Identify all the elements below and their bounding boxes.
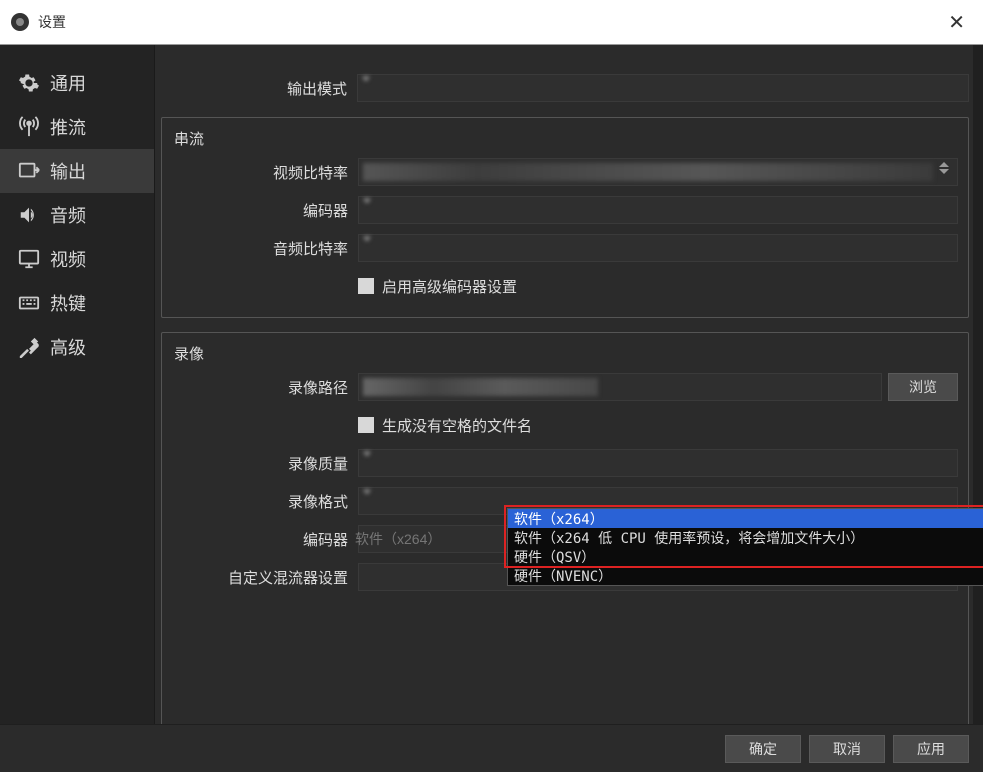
sidebar-item-video[interactable]: 视频 bbox=[0, 237, 154, 281]
stream-panel-title: 串流 bbox=[162, 124, 958, 157]
speaker-icon bbox=[18, 204, 46, 226]
sidebar-item-label: 推流 bbox=[50, 114, 86, 140]
recording-encoder-value: 软件（x264） bbox=[355, 529, 441, 549]
cancel-button-label: 取消 bbox=[833, 741, 861, 757]
obs-logo-icon bbox=[10, 12, 30, 32]
stream-panel: 串流 视频比特率 编码器 音频比特率 bbox=[161, 117, 969, 318]
apply-button-label: 应用 bbox=[917, 741, 945, 757]
encoder-dropdown-popup: 软件（x264） 软件（x264 低 CPU 使用率预设，将会增加文件大小） 硬… bbox=[507, 508, 983, 586]
chevron-down-icon[interactable] bbox=[939, 169, 949, 174]
recording-path-label: 录像路径 bbox=[162, 377, 358, 398]
sidebar-item-audio[interactable]: 音频 bbox=[0, 193, 154, 237]
recording-path-input[interactable] bbox=[358, 373, 882, 401]
window-title: 设置 bbox=[38, 12, 940, 32]
recording-format-label: 录像格式 bbox=[162, 491, 358, 512]
output-mode-label: 输出模式 bbox=[161, 78, 357, 99]
enable-advanced-label: 启用高级编码器设置 bbox=[382, 276, 517, 297]
stream-encoder-select[interactable] bbox=[358, 196, 958, 224]
audio-bitrate-select[interactable] bbox=[358, 234, 958, 262]
gear-icon bbox=[18, 72, 46, 94]
antenna-icon bbox=[18, 116, 46, 138]
recording-panel-title: 录像 bbox=[162, 339, 958, 372]
video-bitrate-input[interactable] bbox=[358, 158, 958, 186]
chevron-up-icon[interactable] bbox=[939, 162, 949, 167]
encoder-option[interactable]: 软件（x264） bbox=[508, 509, 983, 528]
arrow-right-icon bbox=[18, 160, 46, 182]
sidebar-item-label: 热键 bbox=[50, 290, 86, 316]
enable-advanced-checkbox[interactable] bbox=[358, 278, 374, 294]
monitor-icon bbox=[18, 248, 46, 270]
encoder-option[interactable]: 硬件（QSV） bbox=[508, 547, 983, 566]
browse-button-label: 浏览 bbox=[909, 377, 937, 397]
cancel-button[interactable]: 取消 bbox=[809, 735, 885, 763]
tools-icon bbox=[18, 336, 46, 358]
scrollbar[interactable] bbox=[973, 45, 983, 724]
sidebar-item-label: 音频 bbox=[50, 202, 86, 228]
no-space-filename-label: 生成没有空格的文件名 bbox=[382, 415, 532, 436]
output-mode-select[interactable] bbox=[357, 74, 969, 102]
dialog-footer: 确定 取消 应用 bbox=[0, 724, 983, 772]
encoder-option[interactable]: 硬件（NVENC） bbox=[508, 566, 983, 585]
sidebar: 通用 推流 输出 音频 bbox=[0, 45, 155, 724]
spinner[interactable] bbox=[939, 162, 953, 174]
ok-button-label: 确定 bbox=[749, 741, 777, 757]
recording-quality-label: 录像质量 bbox=[162, 453, 358, 474]
audio-bitrate-label: 音频比特率 bbox=[162, 238, 358, 259]
sidebar-item-hotkeys[interactable]: 热键 bbox=[0, 281, 154, 325]
titlebar: 设置 ✕ bbox=[0, 0, 983, 45]
sidebar-item-general[interactable]: 通用 bbox=[0, 61, 154, 105]
recording-quality-select[interactable] bbox=[358, 449, 958, 477]
encoder-option[interactable]: 软件（x264 低 CPU 使用率预设，将会增加文件大小） bbox=[508, 528, 983, 547]
main-content: 输出模式 串流 视频比特率 编码器 bbox=[155, 45, 983, 724]
sidebar-item-label: 通用 bbox=[50, 70, 86, 96]
browse-button[interactable]: 浏览 bbox=[888, 373, 958, 401]
recording-encoder-label: 编码器 bbox=[162, 529, 358, 550]
mixer-settings-label: 自定义混流器设置 bbox=[162, 567, 358, 588]
sidebar-item-label: 输出 bbox=[50, 158, 86, 184]
no-space-filename-checkbox[interactable] bbox=[358, 417, 374, 433]
close-button[interactable]: ✕ bbox=[940, 10, 973, 35]
sidebar-item-label: 高级 bbox=[50, 334, 86, 360]
keyboard-icon bbox=[18, 292, 46, 314]
sidebar-item-advanced[interactable]: 高级 bbox=[0, 325, 154, 369]
stream-encoder-label: 编码器 bbox=[162, 200, 358, 221]
sidebar-item-output[interactable]: 输出 bbox=[0, 149, 154, 193]
ok-button[interactable]: 确定 bbox=[725, 735, 801, 763]
apply-button[interactable]: 应用 bbox=[893, 735, 969, 763]
sidebar-item-stream[interactable]: 推流 bbox=[0, 105, 154, 149]
video-bitrate-label: 视频比特率 bbox=[162, 162, 358, 183]
sidebar-item-label: 视频 bbox=[50, 246, 86, 272]
